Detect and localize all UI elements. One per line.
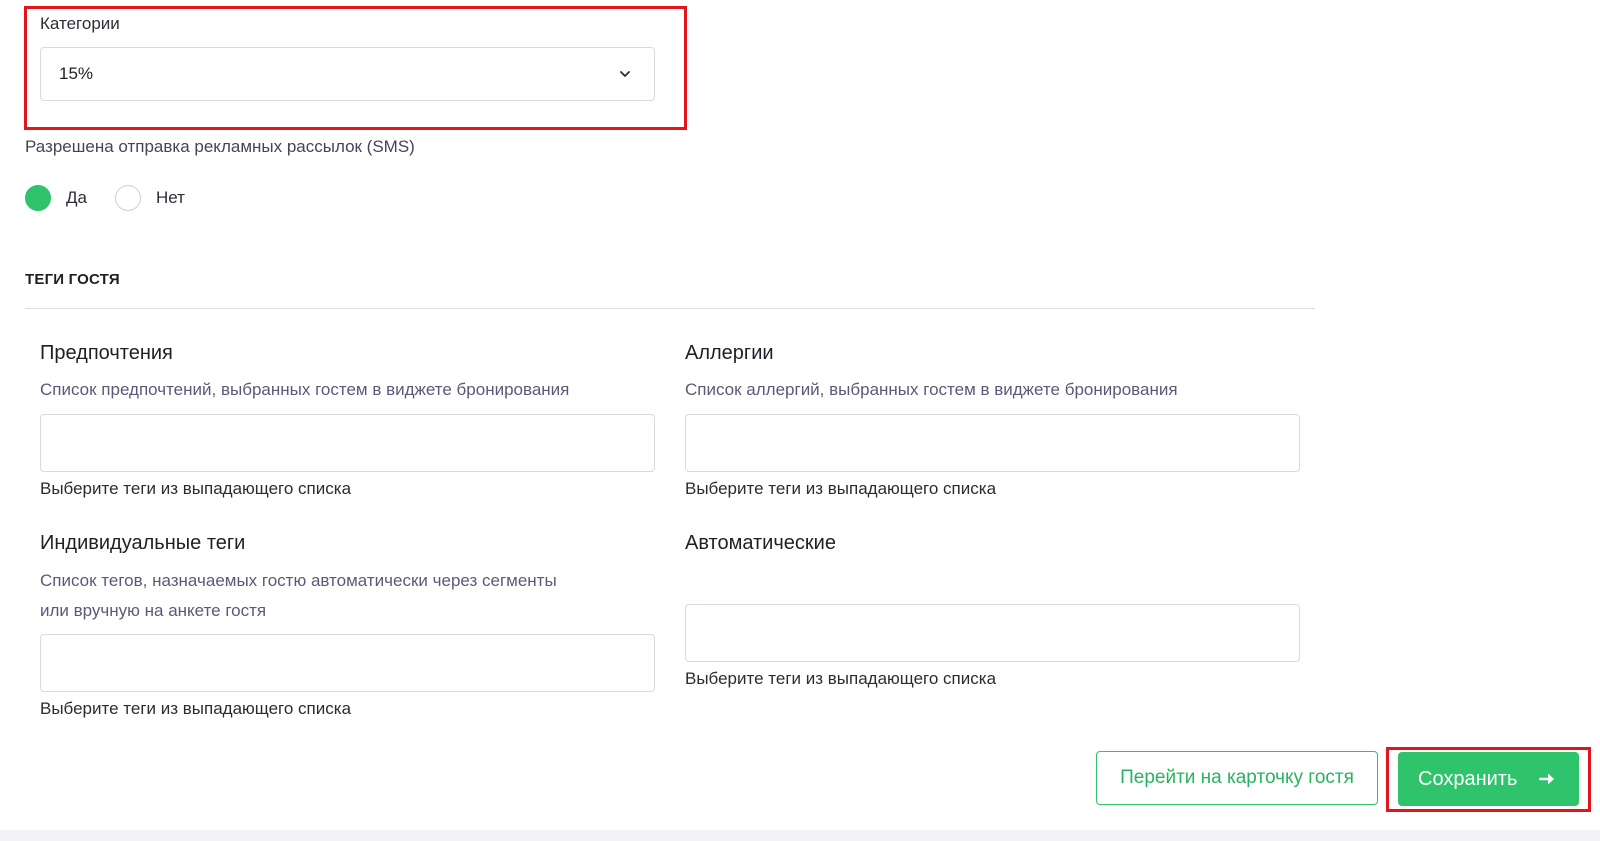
save-button[interactable]: Сохранить: [1398, 752, 1579, 806]
individual-tags-hint: Выберите теги из выпадающего списка: [40, 699, 352, 718]
preferences-description: Список предпочтений, выбранных гостем в …: [40, 380, 570, 399]
allergies-title: Аллергии: [685, 342, 774, 364]
guest-form: Категории 15% Разрешена отправка рекламн…: [0, 0, 1600, 841]
individual-tags-description-line1: Список тегов, назначаемых гостю автомати…: [40, 571, 557, 590]
allergies-description: Список аллергий, выбранных гостем в видж…: [685, 380, 1178, 399]
sms-permission-label: Разрешена отправка рекламных рассылок (S…: [25, 137, 415, 156]
automatic-tags-input[interactable]: [685, 604, 1300, 662]
category-select[interactable]: 15%: [40, 47, 655, 101]
preferences-hint: Выберите теги из выпадающего списка: [40, 479, 352, 498]
category-select-value: 15%: [59, 64, 94, 83]
sms-yes-radio[interactable]: [25, 185, 51, 211]
automatic-tags-hint: Выберите теги из выпадающего списка: [685, 669, 997, 688]
bottom-strip: [0, 830, 1600, 841]
individual-tags-description-line2: или вручную на анкете гостя: [40, 601, 267, 620]
sms-no-radio[interactable]: [114, 185, 141, 211]
arrow-right-icon: [1539, 773, 1554, 785]
preferences-title: Предпочтения: [40, 342, 173, 364]
go-to-guest-card-button[interactable]: Перейти на карточку гостя: [1096, 751, 1378, 805]
category-label: Категории: [40, 14, 120, 33]
sms-yes-label[interactable]: Да: [66, 188, 87, 208]
preferences-tags-input[interactable]: [40, 414, 655, 472]
sms-no-label[interactable]: Нет: [156, 188, 185, 208]
individual-tags-title: Индивидуальные теги: [40, 532, 246, 554]
chevron-down-icon: [620, 71, 630, 77]
section-divider: [25, 308, 1315, 309]
sms-radio-group: Да Нет: [25, 185, 213, 211]
guest-tags-section-title: ТЕГИ ГОСТЯ: [25, 271, 120, 288]
individual-tags-input[interactable]: [40, 634, 655, 692]
save-button-label: Сохранить: [1418, 767, 1518, 790]
allergies-tags-input[interactable]: [685, 414, 1300, 472]
automatic-tags-title: Автоматические: [685, 532, 836, 554]
allergies-hint: Выберите теги из выпадающего списка: [685, 479, 997, 498]
